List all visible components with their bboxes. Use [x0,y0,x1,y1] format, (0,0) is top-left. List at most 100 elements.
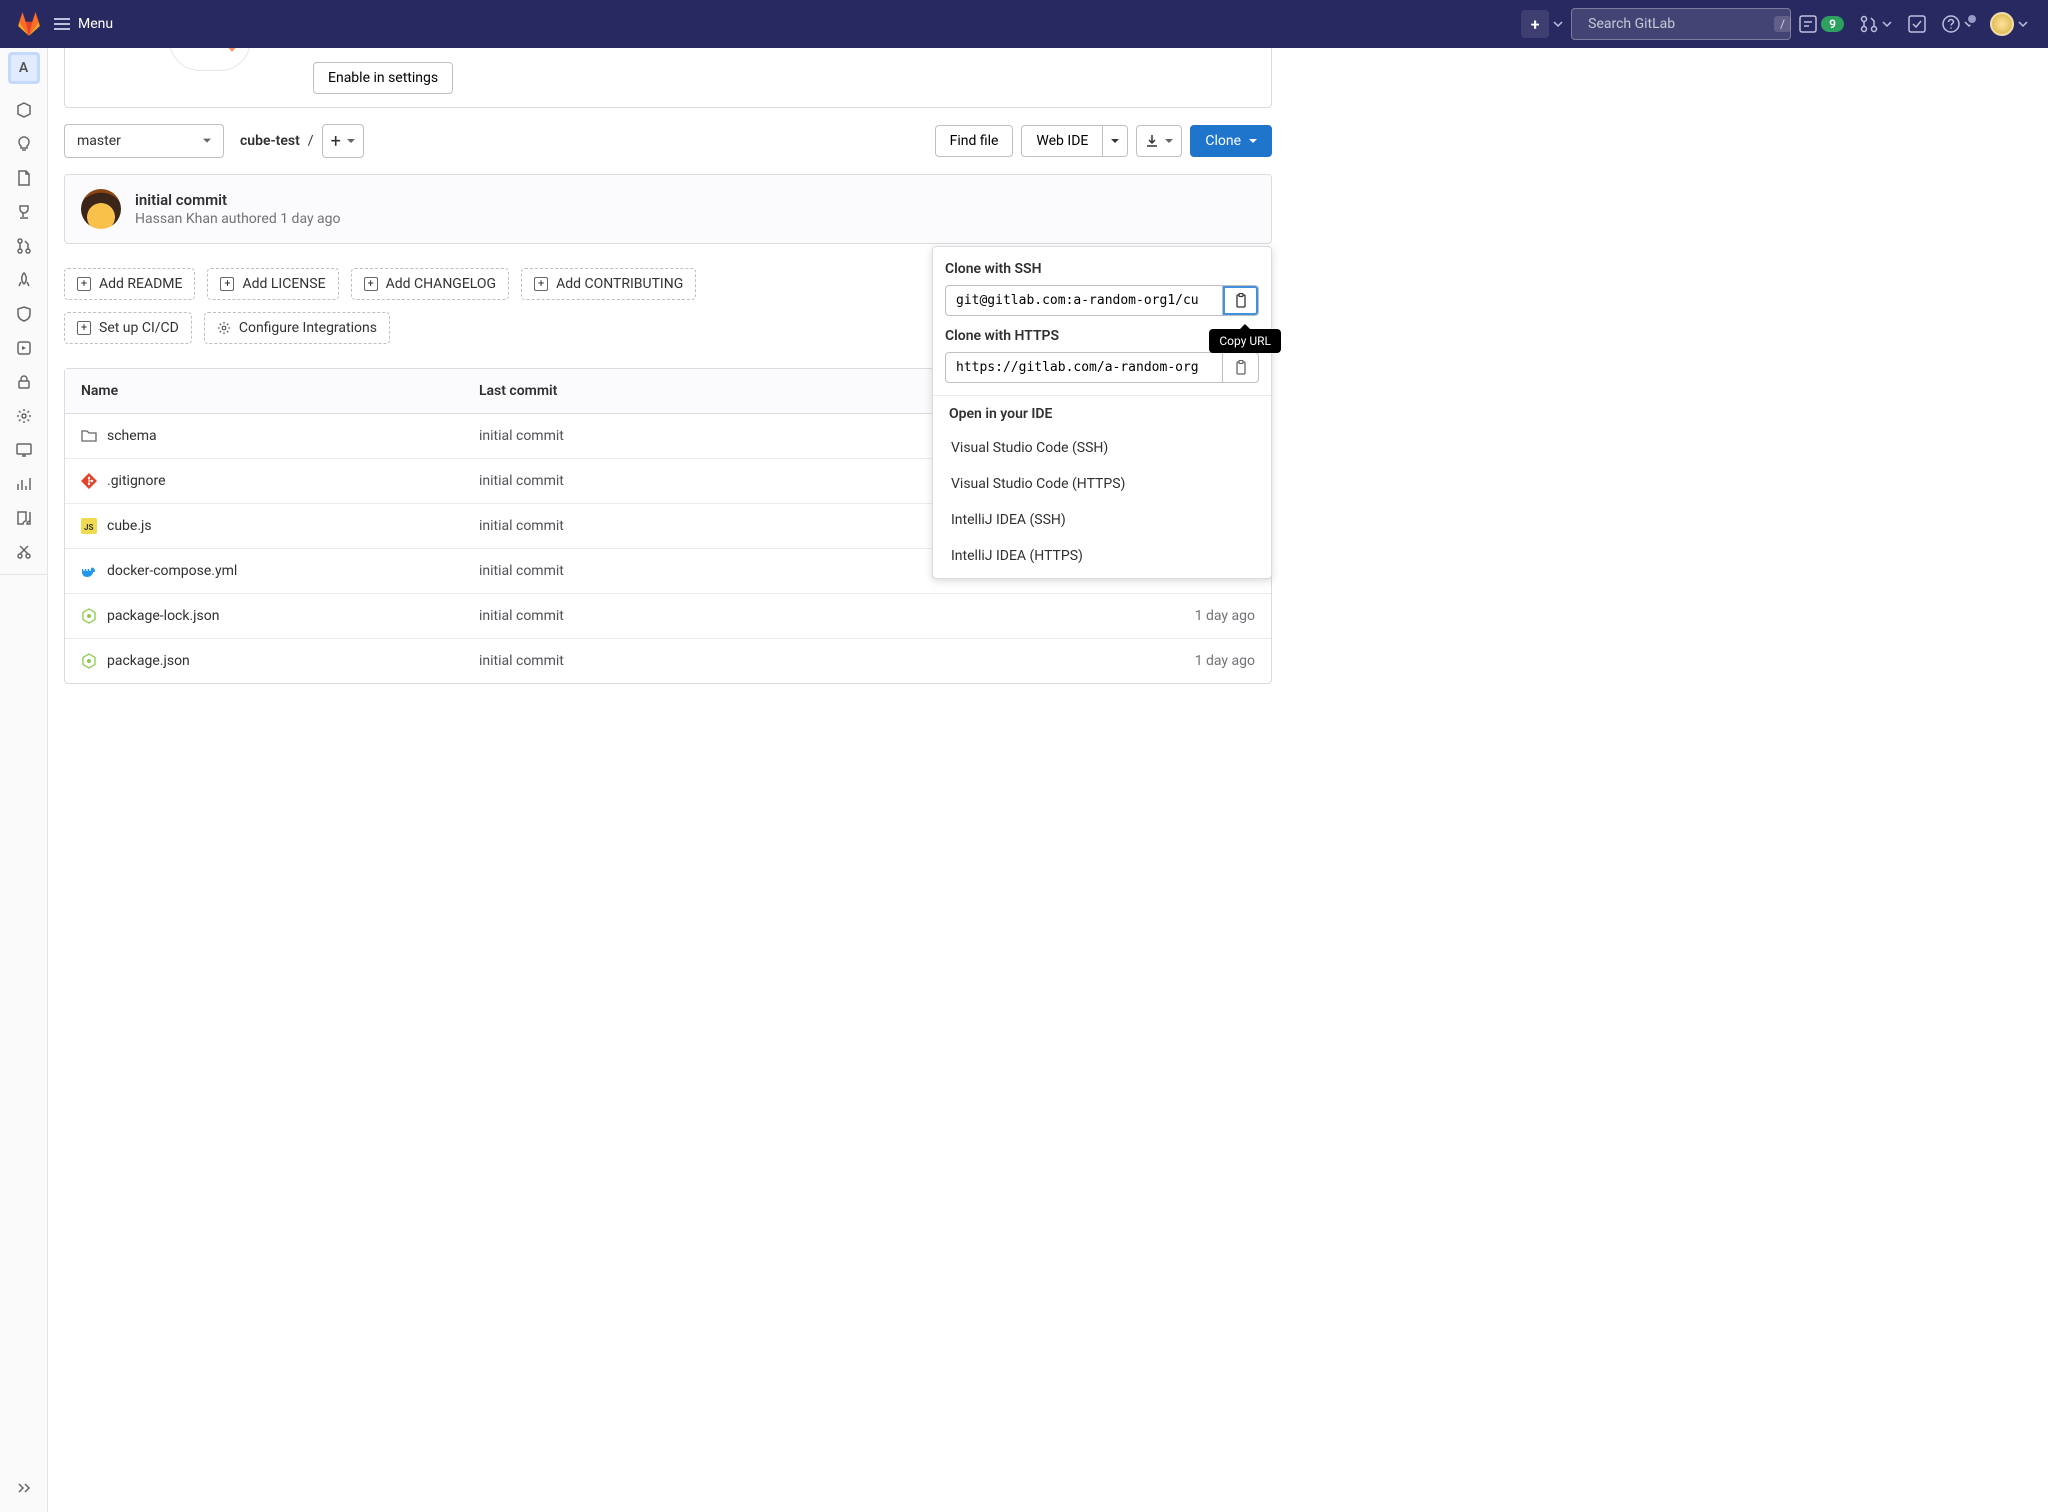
search-input[interactable] [1588,16,1766,32]
git-icon [81,473,97,489]
file-name[interactable]: schema [107,428,157,444]
menu-toggle[interactable]: Menu [54,16,113,32]
new-menu[interactable]: + [1521,10,1563,38]
sidebar-shield-icon[interactable] [8,298,40,330]
file-updated: 1 day ago [1054,639,1271,683]
project-badge[interactable]: A [8,52,40,84]
commit-subtitle: Hassan Khan authored 1 day ago [135,211,341,227]
sidebar-merge-icon[interactable] [8,230,40,262]
web-ide-options[interactable] [1103,125,1128,157]
setup-cicd-button[interactable]: Set up CI/CD [64,312,192,344]
clipboard-icon [1233,360,1249,376]
merge-requests-nav[interactable] [1860,15,1892,33]
file-commit[interactable]: initial commit [463,639,1054,683]
sidebar-task-icon[interactable] [8,196,40,228]
actions-row: master cube-test / Find file Web IDE Clo… [64,124,1272,158]
add-dropdown[interactable] [322,124,364,158]
ide-option[interactable]: IntelliJ IDEA (SSH) [945,502,1259,538]
menu-label: Menu [78,16,113,32]
sidebar-gear-icon[interactable] [8,400,40,432]
file-name[interactable]: package.json [107,653,190,669]
copy-https-button[interactable] [1223,352,1259,383]
table-row[interactable]: package-lock.json initial commit 1 day a… [65,594,1271,639]
breadcrumb-project[interactable]: cube-test [240,133,300,149]
node-icon [81,653,97,669]
sidebar-lock-icon[interactable] [8,366,40,398]
issues-nav[interactable]: 9 [1799,15,1844,33]
user-menu[interactable] [1990,12,2028,36]
table-row[interactable]: package.json initial commit 1 day ago [65,639,1271,683]
ide-option[interactable]: IntelliJ IDEA (HTTPS) [945,538,1259,574]
branch-select[interactable]: master [64,124,224,158]
main-content: Enable in settings master cube-test / Fi… [48,48,1288,724]
clone-ssh-input[interactable] [945,285,1223,316]
add-license-button[interactable]: Add LICENSE [207,268,338,300]
file-commit[interactable]: initial commit [463,594,1054,639]
latest-commit-card: initial commit Hassan Khan authored 1 da… [64,174,1272,244]
file-name-cell: schema [81,428,447,444]
col-name: Name [65,369,463,414]
sidebar-idea-icon[interactable] [8,128,40,160]
file-updated: 1 day ago [1054,594,1271,639]
file-name[interactable]: cube.js [107,518,152,534]
merge-request-icon [1860,15,1878,33]
plus-box-icon [77,321,91,335]
search-bar[interactable]: / [1571,8,1791,40]
sidebar-cycle-icon[interactable] [8,332,40,364]
file-name-cell: docker-compose.yml [81,563,447,579]
file-name[interactable]: .gitignore [107,473,166,489]
copy-ssh-button[interactable] [1223,285,1259,316]
gitlab-logo-icon[interactable] [16,11,42,37]
svg-text:JS: JS [84,523,93,532]
clone-ssh-label: Clone with SSH [945,261,1259,277]
find-file-button[interactable]: Find file [935,125,1014,157]
commit-title[interactable]: initial commit [135,191,341,209]
web-ide-group: Web IDE [1021,125,1128,157]
sidebar-expand-icon[interactable] [8,1472,40,1504]
add-changelog-button[interactable]: Add CHANGELOG [351,268,510,300]
js-icon: JS [81,518,97,534]
chevron-down-icon [1964,19,1974,29]
avatar-icon [1990,12,2014,36]
file-name-cell: package-lock.json [81,608,447,624]
search-kbd-hint: / [1774,16,1791,32]
left-sidebar: A [0,48,48,1512]
gear-icon [217,321,231,335]
add-readme-button[interactable]: Add README [64,268,195,300]
clone-https-input[interactable] [945,352,1223,383]
branch-name: master [77,133,121,149]
docker-icon [81,563,97,579]
clone-button[interactable]: Clone [1190,125,1272,157]
file-name-cell: package.json [81,653,447,669]
add-contributing-button[interactable]: Add CONTRIBUTING [521,268,696,300]
configure-integrations-button[interactable]: Configure Integrations [204,312,390,344]
sidebar-monitor-icon[interactable] [8,434,40,466]
file-name[interactable]: docker-compose.yml [107,563,237,579]
todos-nav[interactable] [1908,15,1926,33]
committer-avatar[interactable] [81,189,121,229]
sidebar-analytics-icon[interactable] [8,468,40,500]
sidebar-wiki-icon[interactable] [8,502,40,534]
plus-box-icon [77,277,91,291]
web-ide-button[interactable]: Web IDE [1021,125,1103,157]
issues-count-badge: 9 [1821,16,1844,32]
plus-box-icon [220,277,234,291]
plus-box-icon [364,277,378,291]
plus-box-icon [534,277,548,291]
sidebar-snippets-icon[interactable] [8,536,40,568]
ide-option[interactable]: Visual Studio Code (SSH) [945,430,1259,466]
sidebar-doc-icon[interactable] [8,162,40,194]
help-nav[interactable] [1942,15,1974,33]
auto-devops-card: Enable in settings [64,48,1272,108]
file-name[interactable]: package-lock.json [107,608,219,624]
enable-settings-button[interactable]: Enable in settings [313,62,453,94]
sidebar-rocket-icon[interactable] [8,264,40,296]
file-name-cell: .gitignore [81,473,447,489]
clipboard-icon [1233,293,1249,309]
chevron-down-icon [1882,19,1892,29]
sidebar-package-icon[interactable] [8,94,40,126]
ide-option[interactable]: Visual Studio Code (HTTPS) [945,466,1259,502]
download-button[interactable] [1136,125,1182,157]
ide-label: Open in your IDE [945,406,1259,422]
plus-icon: + [1521,10,1549,38]
